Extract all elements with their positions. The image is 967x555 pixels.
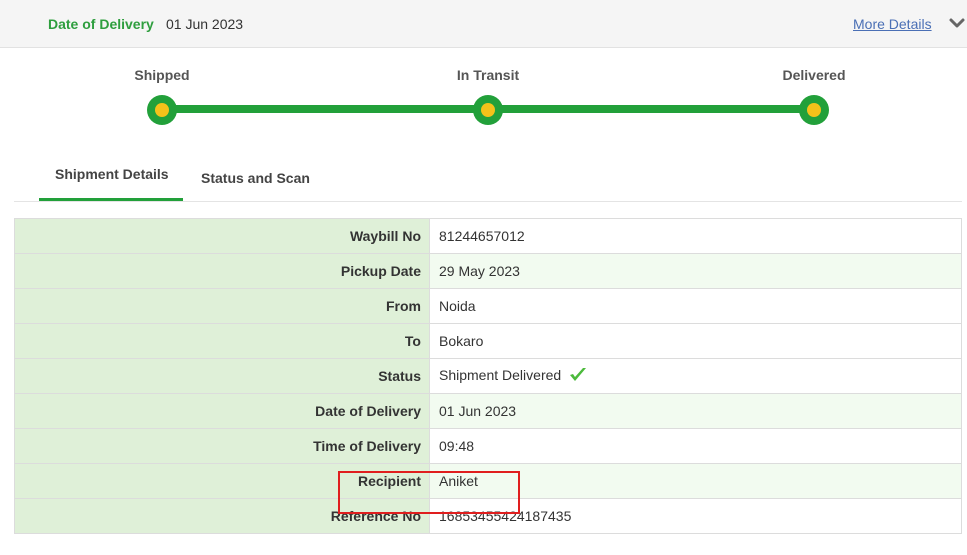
row-label: Date of Delivery (14, 393, 430, 429)
row-label: Pickup Date (14, 253, 430, 289)
table-row: From Noida (14, 288, 962, 324)
delivery-date-label: Date of Delivery (48, 16, 154, 32)
row-label: Waybill No (14, 218, 430, 254)
row-value: 29 May 2023 (429, 253, 962, 289)
step-node-delivered (799, 95, 829, 125)
row-label: From (14, 288, 430, 324)
row-label: To (14, 323, 430, 359)
recipient-highlight-box (338, 471, 520, 514)
table-row: Pickup Date 29 May 2023 (14, 253, 962, 289)
step-label-delivered: Delivered (782, 67, 846, 83)
more-details-link[interactable]: More Details (853, 16, 932, 32)
row-label: Time of Delivery (14, 428, 430, 464)
table-row: Status Shipment Delivered (14, 358, 962, 394)
step-label-in-transit: In Transit (456, 67, 520, 83)
status-text: Shipment Delivered (439, 366, 562, 383)
row-label: Status (14, 358, 430, 394)
tab-shipment-details[interactable]: Shipment Details (55, 166, 169, 182)
delivery-date-value: 01 Jun 2023 (166, 16, 244, 32)
step-node-shipped (147, 95, 177, 125)
step-node-in-transit (473, 95, 503, 125)
row-value: Noida (429, 288, 962, 324)
table-row: Date of Delivery 01 Jun 2023 (14, 393, 962, 429)
check-icon (569, 367, 587, 386)
row-value-status: Shipment Delivered (429, 358, 962, 394)
step-label-shipped: Shipped (134, 67, 190, 83)
table-row: To Bokaro (14, 323, 962, 359)
tab-status-and-scan[interactable]: Status and Scan (201, 170, 310, 186)
tabs-divider (14, 201, 962, 202)
shipment-tracking-page: Date of Delivery 01 Jun 2023 More Detail… (0, 0, 967, 555)
table-row: Waybill No 81244657012 (14, 218, 962, 254)
chevron-down-icon[interactable] (948, 14, 966, 32)
row-value: 81244657012 (429, 218, 962, 254)
table-row: Time of Delivery 09:48 (14, 428, 962, 464)
row-value: 09:48 (429, 428, 962, 464)
row-value: Bokaro (429, 323, 962, 359)
row-value: 01 Jun 2023 (429, 393, 962, 429)
delivery-header: Date of Delivery 01 Jun 2023 More Detail… (0, 0, 967, 48)
